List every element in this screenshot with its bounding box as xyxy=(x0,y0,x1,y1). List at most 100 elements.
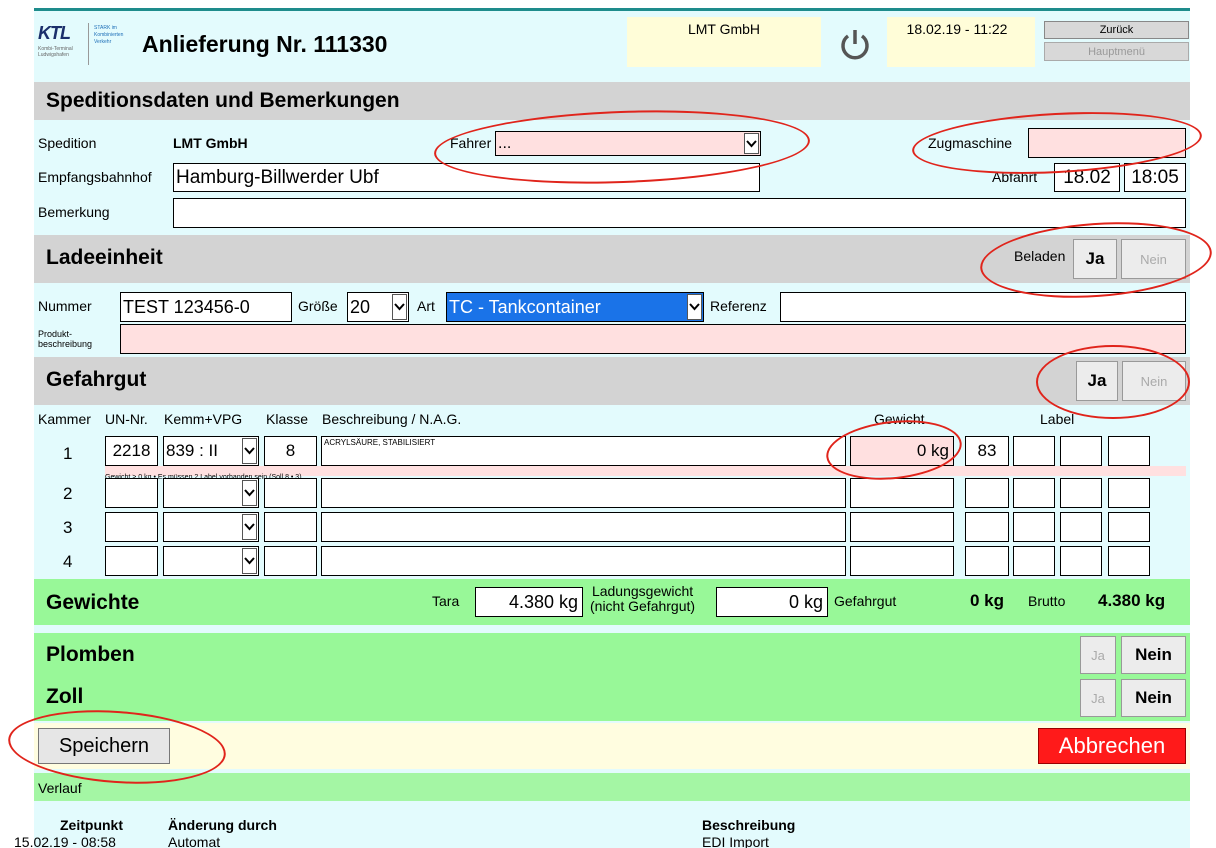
abfahrt-date-input[interactable]: 18.02 xyxy=(1054,163,1120,192)
nummer-input[interactable]: TEST 123456-0 xyxy=(120,292,292,322)
tara-value[interactable]: 4.380 kg xyxy=(475,587,583,617)
ktl-logo-icon: KTL Kombi-Terminal Ludwigshafen xyxy=(38,23,73,58)
groesse-select[interactable]: 20 xyxy=(347,292,409,322)
row3-beschreibung[interactable] xyxy=(321,512,846,542)
page: KTL Kombi-Terminal Ludwigshafen STARK im… xyxy=(5,8,1215,848)
row2-label4[interactable] xyxy=(1108,478,1150,508)
row1-label1[interactable]: 83 xyxy=(965,436,1009,466)
row2-klasse[interactable] xyxy=(264,478,317,508)
col-un-nr: UN-Nr. xyxy=(105,411,148,427)
row2-gewicht[interactable] xyxy=(850,478,954,508)
col-kemm-vpg: Kemm+VPG xyxy=(164,411,243,427)
gefahrgut-warning: Gewicht > 0 kg • Es müssen 2 Label vorha… xyxy=(105,466,1186,481)
row3-label2[interactable] xyxy=(1013,512,1055,542)
fahrer-value: ... xyxy=(498,135,512,152)
row2-label2[interactable] xyxy=(1013,478,1055,508)
beladen-label: Beladen xyxy=(1014,248,1066,264)
row3-label3[interactable] xyxy=(1060,512,1102,542)
row4-kemm-select[interactable] xyxy=(163,546,259,576)
power-icon[interactable] xyxy=(838,27,872,61)
row4-gewicht[interactable] xyxy=(850,546,954,576)
row1-klasse[interactable]: 8 xyxy=(264,436,317,466)
back-button[interactable]: Zurück xyxy=(1044,21,1189,39)
bemerkung-label: Bemerkung xyxy=(38,204,110,220)
col-gewicht: Gewicht xyxy=(874,411,925,427)
verlauf-col-zeitpunkt: Zeitpunkt xyxy=(60,817,123,833)
row1-beschreibung[interactable]: ACRYLSÄURE, STABILISIERT xyxy=(321,436,846,466)
zoll-ja-button[interactable]: Ja xyxy=(1080,679,1116,717)
row3-un-nr[interactable] xyxy=(105,512,158,542)
row4-un-nr[interactable] xyxy=(105,546,158,576)
verlauf-row-zeitpunkt: 15.02.19 - 08:58 xyxy=(14,834,116,848)
art-select[interactable]: TC - Tankcontainer xyxy=(446,292,704,322)
chevron-down-icon xyxy=(392,294,407,320)
row1-un-nr[interactable]: 2218 xyxy=(105,436,158,466)
chevron-down-icon xyxy=(242,438,257,464)
row1-kemm-select[interactable]: 839 : II xyxy=(163,436,259,466)
referenz-input[interactable] xyxy=(780,292,1186,322)
row1-label2[interactable] xyxy=(1013,436,1055,466)
gefahrgut-nein-button[interactable]: Nein xyxy=(1122,361,1186,401)
save-button[interactable]: Speichern xyxy=(38,728,170,764)
zoll-nein-button[interactable]: Nein xyxy=(1121,679,1186,717)
referenz-label: Referenz xyxy=(710,298,767,314)
chevron-down-icon xyxy=(242,548,257,574)
col-label: Label xyxy=(1040,411,1075,427)
col-klasse: Klasse xyxy=(266,411,309,427)
plomben-nein-button[interactable]: Nein xyxy=(1121,636,1186,674)
zugmaschine-input[interactable] xyxy=(1028,128,1186,158)
abfahrt-time-input[interactable]: 18:05 xyxy=(1124,163,1186,192)
row4-beschreibung[interactable] xyxy=(321,546,846,576)
row3-kemm-select[interactable] xyxy=(163,512,259,542)
art-value: TC - Tankcontainer xyxy=(449,297,601,317)
mainmenu-button[interactable]: Hauptmenü xyxy=(1044,42,1189,61)
row1-label4[interactable] xyxy=(1108,436,1150,466)
row2-kemm-select[interactable] xyxy=(163,478,259,508)
row3-label4[interactable] xyxy=(1108,512,1150,542)
row3-kammer: 3 xyxy=(63,518,73,537)
row2-un-nr[interactable] xyxy=(105,478,158,508)
empfangsbahnhof-label: Empfangsbahnhof xyxy=(38,169,152,185)
brutto-label: Brutto xyxy=(1028,593,1066,609)
gefahrgut-weight-label: Gefahrgut xyxy=(834,593,897,609)
fahrer-select[interactable]: ... xyxy=(495,131,761,156)
verlauf-title: Verlauf xyxy=(38,780,82,796)
row3-gewicht[interactable] xyxy=(850,512,954,542)
verlauf-col-beschreibung: Beschreibung xyxy=(702,817,796,833)
cancel-button[interactable]: Abbrechen xyxy=(1038,728,1186,764)
row4-label3[interactable] xyxy=(1060,546,1102,576)
row1-label3[interactable] xyxy=(1060,436,1102,466)
row4-klasse[interactable] xyxy=(264,546,317,576)
verlauf-col-aenderung: Änderung durch xyxy=(168,817,277,833)
row3-label1[interactable] xyxy=(965,512,1009,542)
row4-label4[interactable] xyxy=(1108,546,1150,576)
groesse-label: Größe xyxy=(298,298,338,314)
bemerkung-input[interactable] xyxy=(173,198,1186,228)
row1-gewicht[interactable]: 0 kg xyxy=(850,436,954,466)
spedition-value: LMT GmbH xyxy=(173,135,248,151)
row2-label3[interactable] xyxy=(1060,478,1102,508)
zoll-header xyxy=(34,677,1190,721)
row3-klasse[interactable] xyxy=(264,512,317,542)
row4-kammer: 4 xyxy=(63,552,73,571)
company-name: LMT GmbH xyxy=(687,21,761,37)
row4-label2[interactable] xyxy=(1013,546,1055,576)
beladen-nein-button[interactable]: Nein xyxy=(1121,239,1186,279)
col-kammer: Kammer xyxy=(38,411,91,427)
row2-beschreibung[interactable] xyxy=(321,478,846,508)
zoll-title: Zoll xyxy=(46,685,84,708)
row4-label1[interactable] xyxy=(965,546,1009,576)
produkt-label: Produkt- beschreibung xyxy=(38,329,93,349)
row1-kammer: 1 xyxy=(63,444,73,463)
chevron-down-icon xyxy=(744,133,759,154)
gefahrgut-ja-button[interactable]: Ja xyxy=(1076,361,1118,401)
speditionsdaten-title: Speditionsdaten und Bemerkungen xyxy=(46,89,400,112)
ladungsgewicht-label: Ladungsgewicht (nicht Gefahrgut) xyxy=(590,583,696,614)
plomben-ja-button[interactable]: Ja xyxy=(1080,636,1116,674)
empfangsbahnhof-input[interactable]: Hamburg-Billwerder Ubf xyxy=(173,163,760,192)
beladen-ja-button[interactable]: Ja xyxy=(1073,239,1117,279)
row2-label1[interactable] xyxy=(965,478,1009,508)
ladungsgewicht-value[interactable]: 0 kg xyxy=(716,587,828,617)
produktbeschreibung-input[interactable] xyxy=(120,324,1186,354)
tara-label: Tara xyxy=(432,593,460,609)
